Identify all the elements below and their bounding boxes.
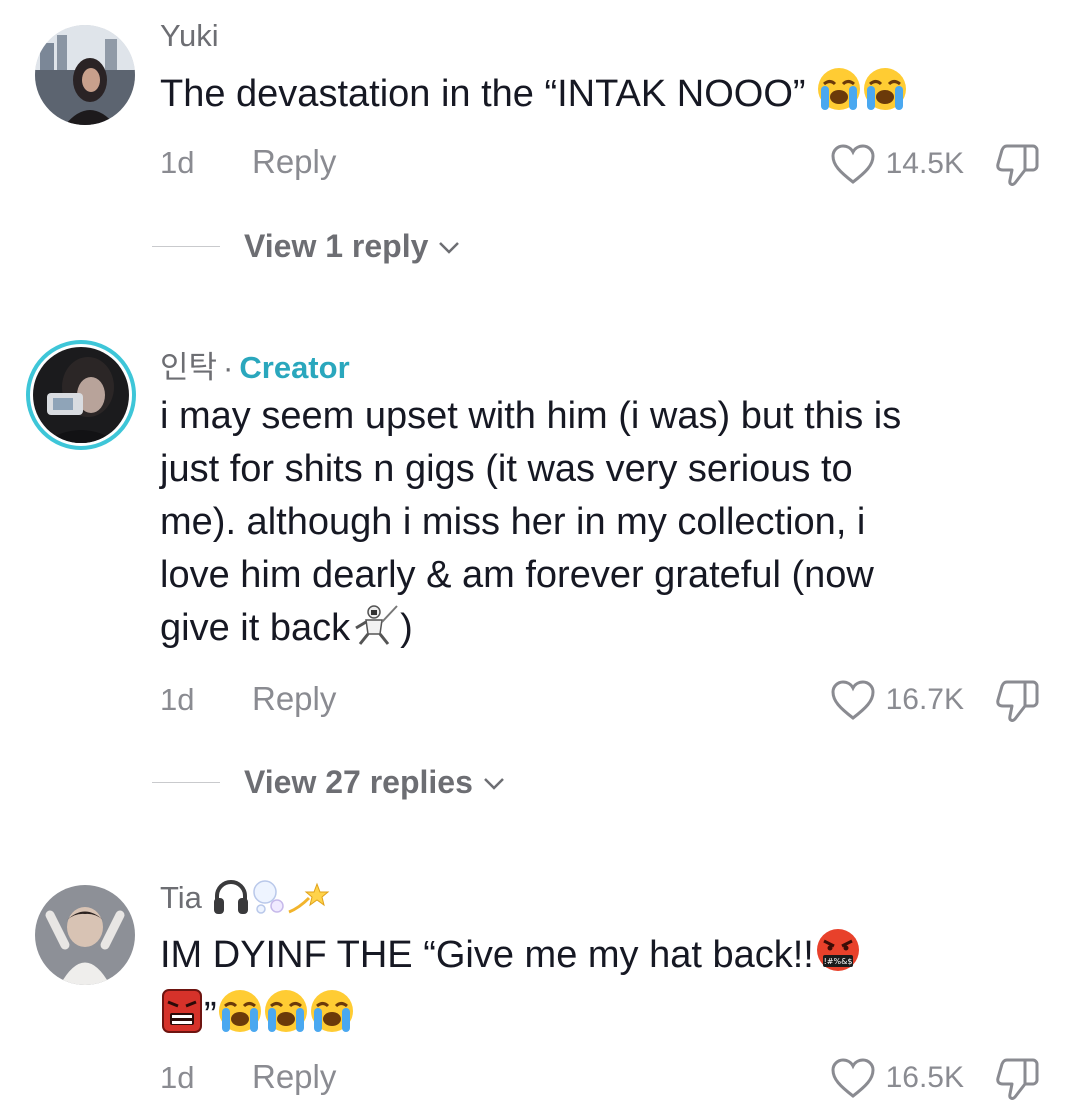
divider (152, 782, 220, 783)
reply-button[interactable]: Reply (252, 143, 336, 181)
comment-text-quote: ” (204, 995, 217, 1037)
like-button[interactable]: 14.5K (830, 143, 964, 185)
dislike-button[interactable] (995, 142, 1041, 193)
avatar-yuki[interactable] (35, 25, 135, 125)
username: 인탁 · Creator (160, 342, 350, 387)
dislike-button[interactable] (995, 1056, 1041, 1107)
comment-text-line: love him dearly & am forever grateful (n… (160, 554, 874, 596)
reply-button[interactable]: Reply (252, 680, 336, 718)
heart-outline-icon[interactable] (830, 143, 876, 185)
chevron-down-icon (439, 241, 460, 254)
crying-face-emoji-icon (816, 66, 862, 127)
fencer-emoji-icon (350, 602, 400, 661)
username: Tia (160, 878, 331, 924)
comment-text-line: ” (160, 988, 1040, 1049)
comment-text: i may seem upset with him (i was) but th… (160, 390, 1040, 661)
comment-text-content: IM DYINF THE “Give me my hat back!! (160, 934, 814, 976)
comment-text-close: ) (400, 607, 413, 649)
comment-time: 1d (160, 682, 195, 717)
creator-badge: Creator (239, 350, 350, 385)
creator-username[interactable]: 인탁 (160, 350, 217, 385)
thumbs-down-icon[interactable] (995, 1056, 1041, 1102)
avatar-creator[interactable] (26, 340, 136, 450)
comment-time: 1d (160, 1060, 195, 1095)
view-replies-label[interactable]: View 27 replies (244, 764, 473, 801)
comment-text-line: IM DYINF THE “Give me my hat back!! !#%&… (160, 927, 1040, 988)
bubbles-icon (251, 878, 285, 924)
reply-button[interactable]: Reply (252, 1058, 336, 1096)
tia-username[interactable]: Tia (160, 880, 202, 915)
comment-text-line: give it back ) (160, 602, 1040, 661)
like-count: 16.7K (885, 683, 964, 716)
comment-text-content: give it back (160, 607, 351, 649)
view-replies-button[interactable]: View 1 reply (152, 228, 462, 265)
avatar-tia[interactable] (35, 885, 135, 985)
comment-text: The devastation in the “INTAK NOOO” (160, 66, 1040, 127)
comment-time: 1d (160, 145, 195, 180)
thumbs-down-icon[interactable] (995, 678, 1041, 724)
view-replies-label[interactable]: View 1 reply (244, 228, 428, 265)
like-button[interactable]: 16.5K (830, 1057, 964, 1099)
cursing-face-emoji-icon: !#%&$ (814, 927, 862, 988)
headphone-icon (211, 878, 251, 924)
like-button[interactable]: 16.7K (830, 679, 964, 721)
divider (152, 246, 220, 247)
anger-character-emoji-icon (160, 988, 204, 1049)
comment-text: IM DYINF THE “Give me my hat back!! !#%&… (160, 927, 1040, 1049)
crying-face-emoji-icon (263, 988, 309, 1049)
crying-face-emoji-icon (217, 988, 263, 1049)
dizzy-icon (285, 878, 331, 924)
heart-outline-icon[interactable] (830, 679, 876, 721)
heart-outline-icon[interactable] (830, 1057, 876, 1099)
comment-text-line: i may seem upset with him (i was) but th… (160, 395, 902, 437)
thumbs-down-icon[interactable] (995, 142, 1041, 188)
crying-face-emoji-icon (862, 66, 908, 127)
comment-text-line: just for shits n gigs (it was very serio… (160, 448, 853, 490)
comment-text-content: The devastation in the “INTAK NOOO” (160, 73, 817, 115)
crying-face-emoji-icon (309, 988, 355, 1049)
svg-text:!#%&$: !#%&$ (823, 957, 852, 966)
chevron-down-icon (484, 777, 504, 790)
comment-text-line: me). although i miss her in my collectio… (160, 501, 866, 543)
view-replies-button[interactable]: View 27 replies (152, 764, 507, 801)
separator: · (223, 350, 234, 385)
like-count: 16.5K (885, 1061, 964, 1094)
like-count: 14.5K (885, 147, 964, 180)
username[interactable]: Yuki (160, 18, 219, 54)
dislike-button[interactable] (995, 678, 1041, 729)
